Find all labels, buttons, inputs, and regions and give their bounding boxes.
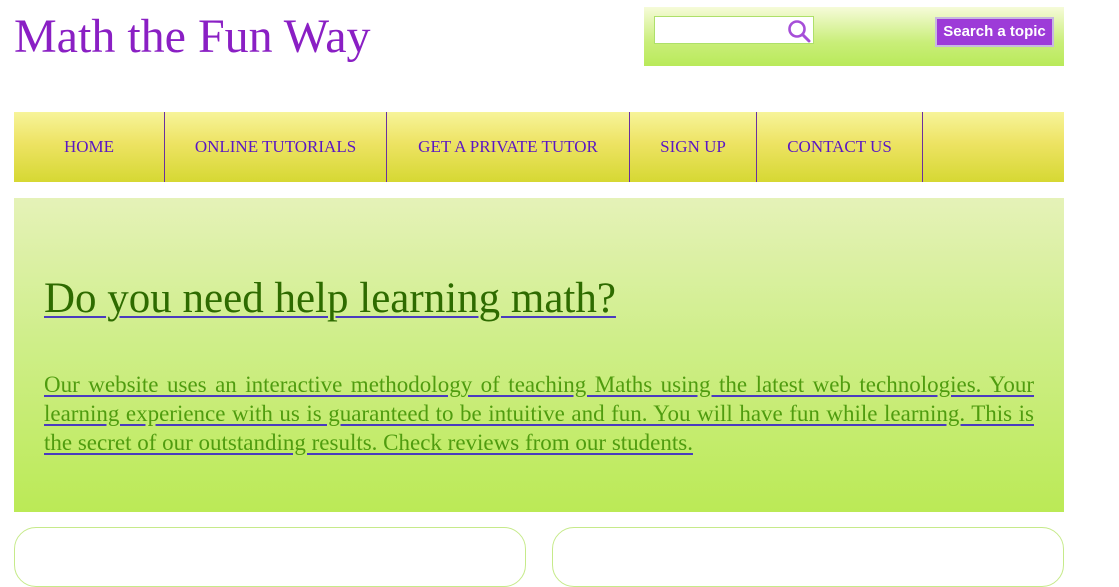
nav-item-online-tutorials[interactable]: ONLINE TUTORIALS — [165, 112, 387, 182]
search-icon[interactable] — [787, 19, 811, 43]
nav-item-sign-up[interactable]: SIGN UP — [630, 112, 757, 182]
search-panel: Search a topic — [644, 7, 1064, 66]
hero-heading[interactable]: Do you need help learning math? — [44, 271, 616, 327]
nav-item-contact-us[interactable]: CONTACT US — [757, 112, 923, 182]
content-card-right — [552, 527, 1064, 587]
search-field[interactable] — [654, 16, 814, 44]
hero-banner: Do you need help learning math? Our webs… — [14, 198, 1064, 512]
search-input[interactable] — [655, 17, 785, 43]
site-title: Math the Fun Way — [14, 10, 371, 63]
content-card-left — [14, 527, 526, 587]
nav-item-home[interactable]: HOME — [14, 112, 165, 182]
hero-description[interactable]: Our website uses an interactive methodol… — [44, 370, 1034, 457]
search-topic-button[interactable]: Search a topic — [935, 17, 1054, 47]
main-nav: HOME ONLINE TUTORIALS GET A PRIVATE TUTO… — [14, 112, 1064, 182]
nav-item-private-tutor[interactable]: GET A PRIVATE TUTOR — [387, 112, 630, 182]
